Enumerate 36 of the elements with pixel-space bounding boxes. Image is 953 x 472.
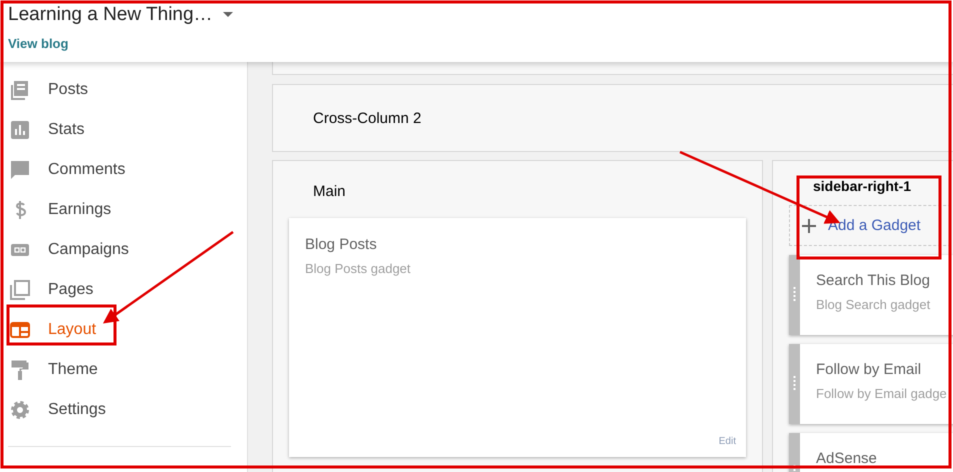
gadget-card[interactable]: Search This Blog Blog Search gadget bbox=[789, 255, 953, 335]
view-blog-link[interactable]: View blog bbox=[8, 36, 68, 51]
sidebar-item[interactable]: Earnings bbox=[0, 190, 247, 230]
sidebar-item[interactable]: Stats bbox=[0, 110, 247, 150]
sidebar-item[interactable]: Comments bbox=[0, 150, 247, 190]
sidebar-item[interactable]: Theme bbox=[0, 350, 247, 390]
caret-icon[interactable] bbox=[222, 12, 233, 18]
gadget-subtitle: Blog Posts gadget bbox=[305, 261, 412, 276]
section-title: sidebar-right-1 bbox=[812, 178, 912, 194]
plus-icon bbox=[802, 218, 816, 232]
sidebar-item[interactable]: Layout bbox=[0, 310, 247, 350]
sidebar-item[interactable]: Pages bbox=[0, 270, 247, 310]
gadget-card[interactable]: AdSense bbox=[789, 433, 953, 472]
blog-title[interactable]: Learning a New Thing… bbox=[8, 4, 213, 26]
drag-handle[interactable] bbox=[789, 344, 800, 424]
gadget-subtitle: Blog Search gadget bbox=[816, 297, 930, 312]
paint-roller-icon bbox=[9, 359, 31, 381]
sidebar-item[interactable]: Campaigns bbox=[0, 230, 247, 270]
drag-handle[interactable] bbox=[789, 255, 800, 335]
gadget-title: Follow by Email bbox=[816, 361, 922, 378]
bar-chart-icon bbox=[9, 119, 31, 141]
posts-icon bbox=[9, 79, 31, 101]
settings-icon bbox=[9, 399, 31, 421]
sidebar-item[interactable]: Posts bbox=[0, 70, 247, 110]
gadget-subtitle: Follow by Email gadge bbox=[816, 386, 947, 401]
gadget-title: Blog Posts bbox=[305, 236, 378, 253]
gadget-card[interactable]: Blog Posts Blog Posts gadget Edit bbox=[289, 218, 746, 457]
gadget-title: Search This Blog bbox=[816, 272, 930, 289]
section-title: Main bbox=[312, 183, 347, 200]
speech-bubble-icon bbox=[9, 159, 31, 181]
gadget-title: AdSense bbox=[816, 450, 877, 467]
sidebar-item[interactable]: Settings bbox=[0, 390, 247, 430]
pages-icon bbox=[9, 279, 31, 301]
layout-icon bbox=[9, 319, 31, 341]
section-title: Cross-Column 2 bbox=[313, 110, 422, 126]
gadget-card[interactable]: Follow by Email Follow by Email gadge bbox=[789, 344, 953, 424]
